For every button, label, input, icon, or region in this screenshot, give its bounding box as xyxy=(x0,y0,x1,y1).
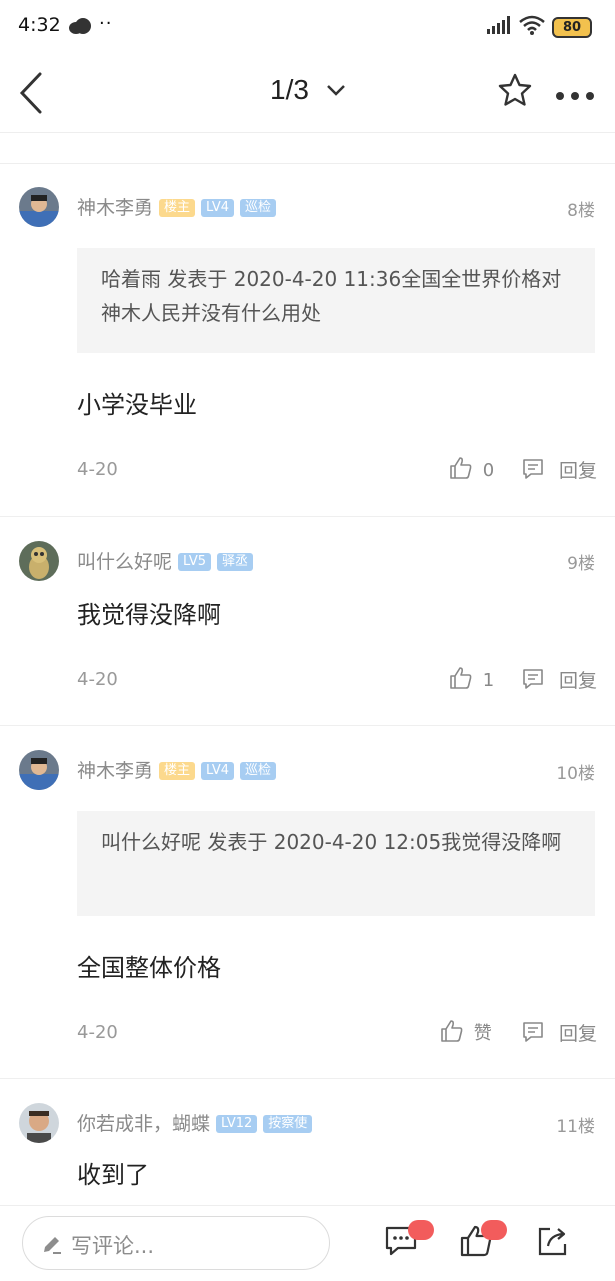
post-separator xyxy=(0,1078,615,1079)
reply-button[interactable]: 回复 xyxy=(521,456,597,483)
level-badge: LV4 xyxy=(201,199,235,217)
role-badge: 驿丞 xyxy=(217,553,254,571)
status-time: 4:32 xyxy=(18,14,61,36)
owner-badge: 楼主 xyxy=(159,762,196,780)
chevron-down-icon[interactable] xyxy=(326,82,346,101)
post-date: 4-20 xyxy=(77,1022,118,1043)
pencil-icon xyxy=(41,1233,63,1259)
post-date: 4-20 xyxy=(77,459,118,480)
owner-badge: 楼主 xyxy=(159,199,196,217)
username[interactable]: 你若成非，蝴蝶 xyxy=(77,1113,210,1135)
status-dots: ·· xyxy=(99,13,113,34)
username-row: 叫什么好呢 LV5 驿丞 xyxy=(77,547,254,574)
like-button[interactable]: 赞 xyxy=(440,1019,492,1045)
cloud-icon xyxy=(68,18,92,38)
username-row: 神木李勇 楼主 LV4 巡检 xyxy=(77,193,277,220)
comment-input[interactable]: 写评论... xyxy=(22,1216,330,1270)
like-count: 0 xyxy=(482,460,495,481)
quoted-post[interactable]: 哈着雨 发表于 2020-4-20 11:36全国全世界价格对神木人民并没有什么… xyxy=(77,248,595,353)
back-arrow-icon[interactable] xyxy=(16,70,48,116)
username-row: 神木李勇 楼主 LV4 巡检 xyxy=(77,756,277,783)
post-content: 我觉得没降啊 xyxy=(77,601,221,629)
post-date: 4-20 xyxy=(77,669,118,690)
floor-number: 9楼 xyxy=(567,554,595,574)
reply-button[interactable]: 回复 xyxy=(521,666,597,693)
status-bar: 4:32 ·· 80 xyxy=(0,0,615,56)
avatar[interactable] xyxy=(19,187,59,227)
top-nav-bar: 1/3 xyxy=(0,56,615,133)
battery-indicator: 80 xyxy=(552,17,592,38)
post-content: 小学没毕业 xyxy=(77,391,197,419)
username[interactable]: 叫什么好呢 xyxy=(77,551,172,573)
like-button[interactable]: 0 xyxy=(449,456,494,481)
role-badge: 巡检 xyxy=(240,199,277,217)
post-separator xyxy=(0,516,615,517)
floor-number: 11楼 xyxy=(556,1117,595,1137)
thumb-up-icon xyxy=(449,667,473,691)
reply-label: 回复 xyxy=(559,1023,598,1045)
role-badge: 巡检 xyxy=(240,762,277,780)
comments-notification-dot xyxy=(408,1220,434,1240)
comment-icon xyxy=(521,1022,545,1045)
quoted-post[interactable]: 叫什么好呢 发表于 2020-4-20 12:05我觉得没降啊 xyxy=(77,811,595,916)
thumb-up-icon xyxy=(440,1020,464,1044)
username-row: 你若成非，蝴蝶 LV12 按察使 xyxy=(77,1109,313,1136)
role-badge: 按察使 xyxy=(263,1115,313,1133)
like-count: 1 xyxy=(482,670,495,691)
avatar[interactable] xyxy=(19,750,59,790)
like-button[interactable]: 1 xyxy=(449,666,494,691)
signal-icon xyxy=(487,16,511,38)
username[interactable]: 神木李勇 xyxy=(77,760,153,782)
section-divider xyxy=(0,163,615,164)
bottom-action-bar: 写评论... xyxy=(0,1205,615,1281)
wifi-icon xyxy=(519,15,545,39)
avatar[interactable] xyxy=(19,1103,59,1143)
avatar[interactable] xyxy=(19,541,59,581)
share-icon[interactable] xyxy=(536,1224,570,1262)
post-content: 收到了 xyxy=(77,1161,149,1189)
likes-notification-dot xyxy=(481,1220,507,1240)
comment-icon xyxy=(521,669,545,692)
level-badge: LV12 xyxy=(216,1115,258,1133)
floor-number: 8楼 xyxy=(567,201,595,221)
reply-button[interactable]: 回复 xyxy=(521,1019,597,1046)
username[interactable]: 神木李勇 xyxy=(77,197,153,219)
reply-label: 回复 xyxy=(559,460,598,482)
level-badge: LV5 xyxy=(178,553,211,571)
post-content: 全国整体价格 xyxy=(77,954,221,982)
post-separator xyxy=(0,725,615,726)
comment-placeholder: 写评论... xyxy=(71,1234,155,1258)
thumb-up-icon xyxy=(449,457,473,481)
level-badge: LV4 xyxy=(201,762,235,780)
more-options-icon[interactable] xyxy=(555,86,595,105)
floor-number: 10楼 xyxy=(556,764,595,784)
like-label: 赞 xyxy=(473,1023,492,1044)
reply-label: 回复 xyxy=(559,670,598,692)
favorite-star-icon[interactable] xyxy=(497,72,533,112)
comment-icon xyxy=(521,459,545,482)
page-indicator[interactable]: 1/3 xyxy=(270,74,309,106)
